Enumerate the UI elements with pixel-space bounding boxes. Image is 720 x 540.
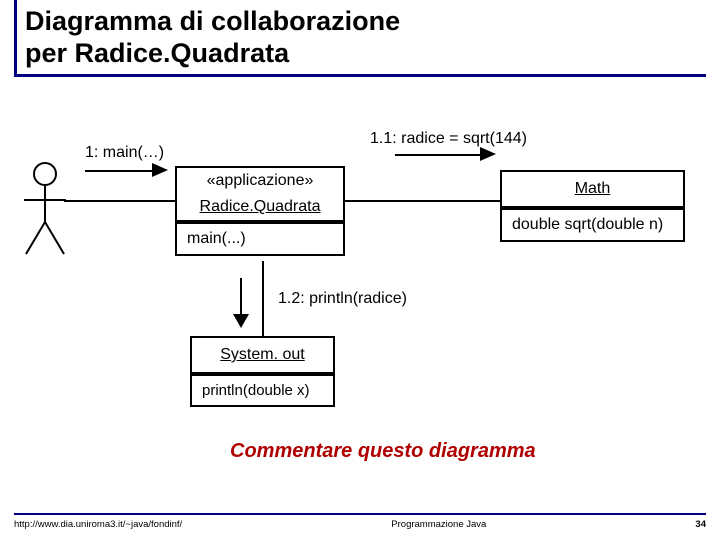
message-1-1-label: 1.1: radice = sqrt(144) [370,130,527,148]
message-1-arrowhead-icon [152,163,170,177]
actor-icon [20,160,70,260]
class-box-math: Math double sqrt(double n) [500,170,685,242]
class-app-stereotype: «applicazione» [177,168,343,194]
message-1-2-label: 1.2: println(radice) [278,290,407,308]
footer-page-number: 34 [695,519,706,530]
title-line-1: Diagramma di collaborazione [25,6,400,36]
class-math-operation: double sqrt(double n) [502,208,683,240]
diagram-canvas: 1: main(…) «applicazione» Radice.Quadrat… [0,130,720,480]
slide-footer: http://www.dia.uniroma3.it/~java/fondinf… [14,513,706,530]
title-line-2: per Radice.Quadrata [25,38,289,68]
message-1-2-arrow-line [240,278,242,318]
class-app-name: Radice.Quadrata [177,194,343,220]
class-box-applicazione: «applicazione» Radice.Quadrata main(...) [175,166,345,256]
footer-course: Programmazione Java [182,519,695,530]
class-app-operation: main(...) [177,222,343,254]
class-sysout-operation: println(double x) [192,374,333,405]
message-1-label: 1: main(…) [85,144,164,162]
association-app-sysout [262,261,264,336]
class-math-name: Math [502,172,683,206]
class-box-system-out: System. out println(double x) [190,336,335,407]
message-1-1-arrowhead-icon [480,147,498,161]
footer-url: http://www.dia.uniroma3.it/~java/fondinf… [14,519,182,530]
class-sysout-name: System. out [192,338,333,372]
diagram-comment: Commentare questo diagramma [230,440,536,463]
slide-title: Diagramma di collaborazione per Radice.Q… [14,0,706,77]
message-1-1-arrow-line [395,154,485,156]
message-1-arrow-line [85,170,157,172]
association-app-math [345,200,500,202]
message-1-2-arrowhead-icon [233,314,249,330]
association-actor-app [64,200,176,202]
